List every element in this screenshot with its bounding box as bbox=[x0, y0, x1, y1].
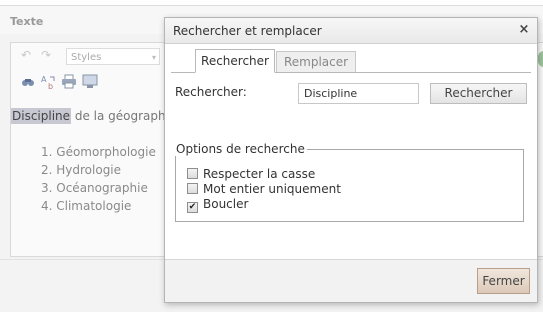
checkbox-wrap-around[interactable]: ✔ bbox=[187, 202, 198, 213]
list-item: 3. Océanographie bbox=[41, 181, 148, 195]
close-button[interactable]: Fermer bbox=[477, 268, 530, 294]
find-button[interactable]: Rechercher bbox=[430, 83, 527, 104]
tab-rechercher[interactable]: Rechercher bbox=[195, 49, 275, 73]
print-icon[interactable] bbox=[61, 74, 77, 92]
content-ordered-list: 1. Géomorphologie 2. Hydrologie 3. Océan… bbox=[41, 143, 156, 215]
find-label: Rechercher: bbox=[175, 85, 247, 99]
option-label: Respecter la casse bbox=[203, 167, 316, 181]
find-replace-dialog: Rechercher et remplacer × Rechercher Rem… bbox=[164, 17, 538, 303]
option-whole-word[interactable]: Mot entier uniquement bbox=[187, 182, 341, 196]
list-item: 4. Climatologie bbox=[41, 199, 132, 213]
side-indicator bbox=[538, 51, 543, 67]
option-label: Mot entier uniquement bbox=[203, 182, 341, 196]
tab-remplacer[interactable]: Remplacer bbox=[276, 51, 356, 73]
content-line-rest: de la géographie bbox=[71, 109, 177, 123]
option-wrap-around[interactable]: ✔ Boucler bbox=[187, 197, 248, 213]
svg-text:b: b bbox=[48, 82, 53, 90]
list-item: 2. Hydrologie bbox=[41, 163, 122, 177]
svg-text:A: A bbox=[41, 75, 47, 84]
list-item: 1. Géomorphologie bbox=[41, 145, 156, 159]
checkbox-match-case[interactable] bbox=[187, 168, 198, 179]
find-icon[interactable] bbox=[21, 75, 35, 92]
option-match-case[interactable]: Respecter la casse bbox=[187, 167, 315, 181]
styles-select-value: Styles bbox=[71, 52, 102, 63]
dialog-titlebar[interactable]: Rechercher et remplacer × bbox=[165, 18, 537, 44]
highlighted-search-match: Discipline bbox=[11, 108, 72, 124]
search-options-legend: Options de recherche bbox=[174, 142, 307, 156]
close-icon[interactable]: × bbox=[517, 22, 531, 38]
panel-title: Texte bbox=[10, 15, 44, 28]
find-input[interactable] bbox=[298, 83, 419, 104]
redo-icon[interactable]: ↷ bbox=[41, 47, 51, 63]
undo-icon[interactable]: ↶ bbox=[21, 47, 31, 63]
content-first-line: Discipline de la géographie bbox=[11, 108, 177, 124]
replace-icon[interactable]: Ab bbox=[41, 74, 57, 93]
chevron-down-icon: ▾ bbox=[151, 53, 156, 62]
dialog-footer: Fermer bbox=[165, 260, 537, 302]
dialog-title: Rechercher et remplacer bbox=[173, 24, 322, 38]
styles-select[interactable]: Styles ▾ bbox=[66, 48, 160, 65]
option-label: Boucler bbox=[203, 197, 249, 211]
preview-icon[interactable] bbox=[82, 74, 98, 92]
checkbox-whole-word[interactable] bbox=[187, 183, 198, 194]
